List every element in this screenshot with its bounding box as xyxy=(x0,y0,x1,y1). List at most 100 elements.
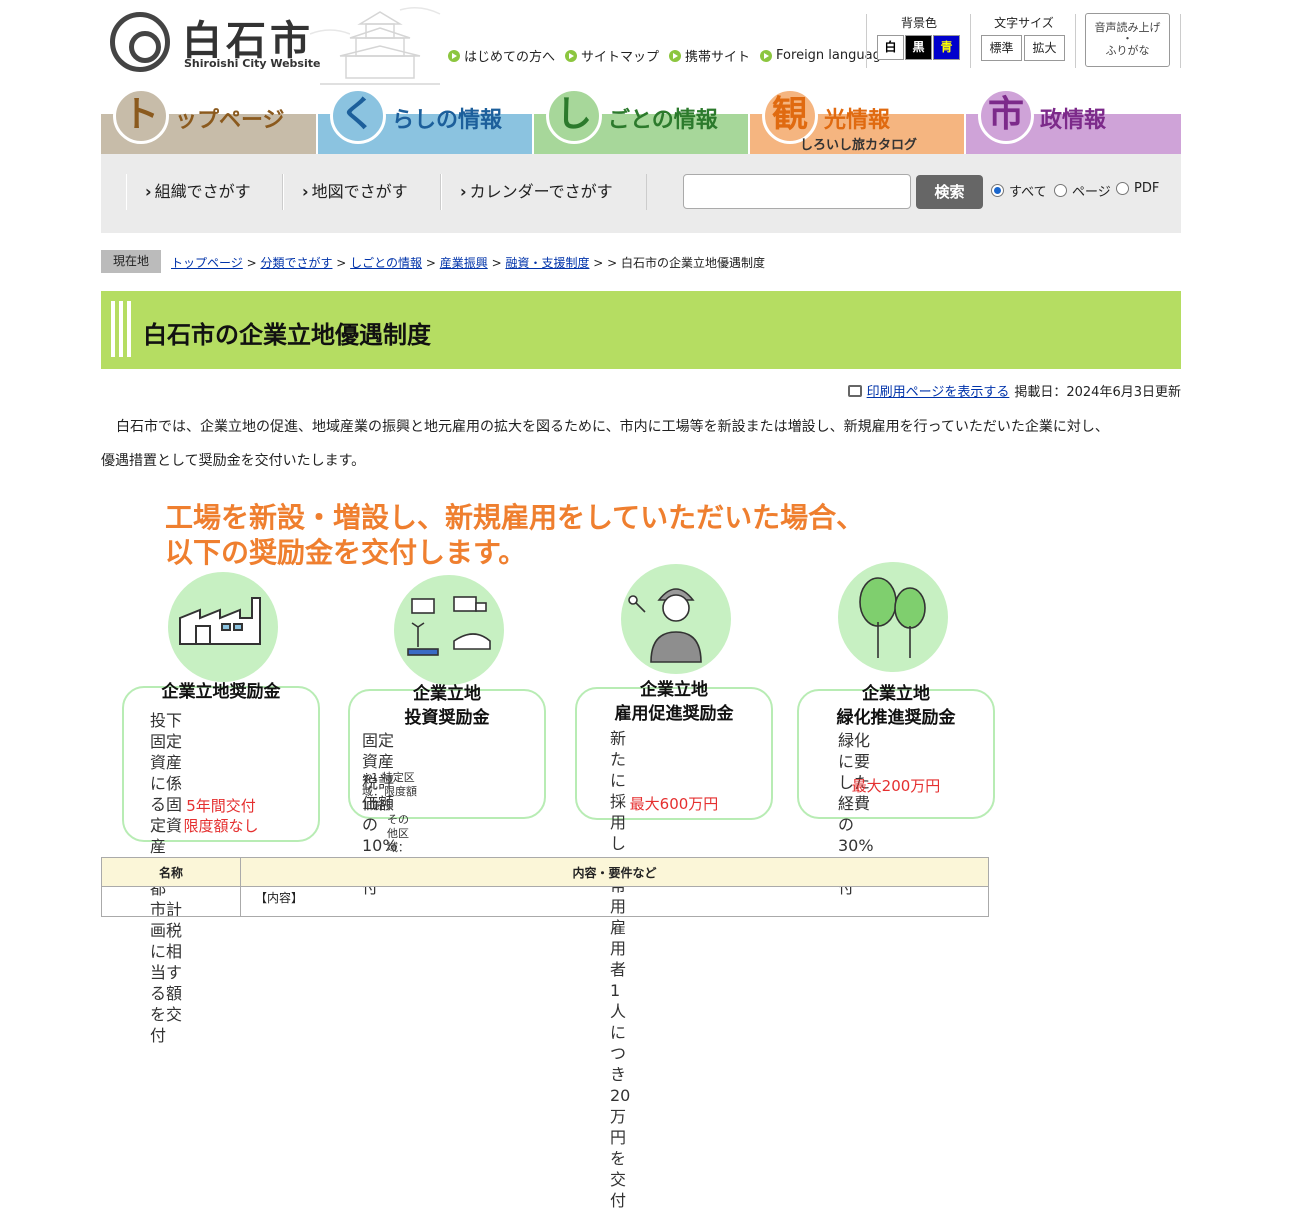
nav-tourism-info[interactable]: 観 光情報 しろいし旅カタログ xyxy=(750,86,964,154)
quick-link-label: はじめての方へ xyxy=(464,50,556,65)
quick-link-first-visit[interactable]: はじめての方へ xyxy=(448,46,555,65)
award-name-line: 投資奨励金 xyxy=(404,708,490,728)
award-name: 企業立地奨励金 xyxy=(122,680,320,704)
title-stripes-icon xyxy=(111,301,131,357)
chevron-right-icon: › xyxy=(145,182,152,201)
breadcrumb-link[interactable]: 融資・支援制度 xyxy=(505,256,589,270)
award-name-line: 雇用促進奨励金 xyxy=(614,704,734,724)
radio-all[interactable]: すべて xyxy=(991,181,1047,200)
nav-label: 政情報 xyxy=(1040,108,1107,133)
arrow-circle-icon xyxy=(448,49,460,62)
infographic-heading: 工場を新設・増設し、新規雇用をしていただいた場合、 以下の奨励金を交付します。 xyxy=(165,500,864,570)
divider xyxy=(970,14,971,68)
breadcrumb-link[interactable]: 分類でさがす xyxy=(260,256,332,270)
worker-icon xyxy=(621,564,731,674)
quick-link-foreign-language[interactable]: Foreign language xyxy=(760,46,889,65)
sub-navigation: › 組織でさがす › 地図でさがす › カレンダーでさがす 検索 すべて ページ PD… xyxy=(101,154,1181,233)
industry-transport-icon xyxy=(394,575,504,685)
award-highlight-line: 最大600万円 xyxy=(629,795,719,813)
search-button[interactable]: 検索 xyxy=(916,175,983,209)
arrow-circle-icon xyxy=(669,49,682,62)
nav-initial: く xyxy=(330,88,386,144)
font-size-normal-button[interactable]: 標準 xyxy=(981,35,1022,61)
print-row: 印刷用ページを表示する 掲載日：2024年6月3日更新 xyxy=(847,381,1181,400)
award-desc-line: き20万円を交付 xyxy=(610,1065,631,1210)
quick-link-label: Foreign language xyxy=(776,48,889,63)
nav-city-admin-info[interactable]: 市 政情報 xyxy=(966,86,1181,154)
breadcrumb-current-location-tag: 現在地 xyxy=(101,250,161,273)
radio-label: PDF xyxy=(1134,181,1160,196)
font-size-selector: 文字サイズ 標準 拡大 xyxy=(978,14,1070,61)
nav-living-info[interactable]: く らしの情報 xyxy=(318,86,532,154)
table-row: 【内容】 xyxy=(101,886,989,917)
quick-link-label: 携帯サイト xyxy=(685,50,751,65)
chevron-right-icon: › xyxy=(460,182,467,201)
search-by-organization[interactable]: › 組織でさがす xyxy=(126,174,283,210)
bg-color-white-button[interactable]: 白 xyxy=(877,35,904,60)
breadcrumb-link[interactable]: しごとの情報 xyxy=(350,256,422,270)
trees-icon xyxy=(838,562,948,672)
font-size-title: 文字サイズ xyxy=(994,16,1054,30)
award-name-line: 企業立地 xyxy=(862,684,930,704)
nav-label: ごとの情報 xyxy=(608,108,718,133)
nav-top-page[interactable]: ト ップページ xyxy=(101,86,316,154)
radio-label: すべて xyxy=(1009,185,1047,200)
arrow-circle-icon xyxy=(565,49,578,62)
quick-link-mobile[interactable]: 携帯サイト xyxy=(669,46,750,65)
nav-initial: 市 xyxy=(978,88,1034,144)
divider xyxy=(866,14,867,68)
breadcrumb-link[interactable]: 産業振興 xyxy=(440,256,488,270)
breadcrumb-link[interactable]: トップページ xyxy=(171,256,243,270)
award-highlight-line: 最大200万円 xyxy=(851,777,941,795)
table-cell: 【内容】 xyxy=(240,886,989,917)
voice-reading-button[interactable]: 音声読み上げ ・ ふりがな xyxy=(1085,13,1170,67)
sub-nav-label: カレンダーでさがす xyxy=(469,182,613,201)
infographic-heading-line: 以下の奨励金を交付します。 xyxy=(165,536,527,569)
bg-color-title: 背景色 xyxy=(900,16,937,30)
award-name: 企業立地 投資奨励金 xyxy=(348,682,546,730)
print-page-link[interactable]: 印刷用ページを表示する xyxy=(867,381,1010,400)
award-desc-line: る額を交付 xyxy=(150,984,183,1045)
nav-work-info[interactable]: し ごとの情報 xyxy=(534,86,748,154)
award-name: 企業立地 雇用促進奨励金 xyxy=(575,678,773,726)
award-name-line: 企業立地奨励金 xyxy=(161,682,281,702)
printer-icon xyxy=(847,384,862,397)
divider xyxy=(1075,14,1076,68)
table-cell xyxy=(101,886,241,917)
bg-color-blue-button[interactable]: 青 xyxy=(933,35,960,60)
table-header-row: 名称 内容・要件など xyxy=(101,857,989,887)
font-size-large-button[interactable]: 拡大 xyxy=(1024,35,1065,61)
page-title-bar: 白石市の企業立地優遇制度 xyxy=(101,291,1181,369)
chevron-right-icon: › xyxy=(302,182,309,201)
nav-initial: し xyxy=(546,88,602,144)
search-by-calendar[interactable]: › カレンダーでさがす xyxy=(441,174,647,210)
posted-date: 掲載日：2024年6月3日更新 xyxy=(1014,385,1181,400)
radio-page[interactable]: ページ xyxy=(1054,181,1111,200)
radio-label: ページ xyxy=(1072,185,1111,200)
radio-circle-checked xyxy=(991,184,1004,197)
radio-pdf[interactable]: PDF xyxy=(1116,181,1159,196)
nav-initial: ト xyxy=(113,88,169,144)
nav-label: ップページ xyxy=(175,108,285,133)
nav-sublabel: しろいし旅カタログ xyxy=(800,138,918,153)
bg-color-black-button[interactable]: 黒 xyxy=(905,35,932,60)
award-highlight-line: 限度額なし xyxy=(183,817,259,835)
castle-illustration-icon xyxy=(309,7,441,85)
search-by-map[interactable]: › 地図でさがす xyxy=(283,174,441,210)
quick-link-sitemap[interactable]: サイトマップ xyxy=(565,46,659,65)
award-desc-line: 用雇用者1人につ xyxy=(610,897,627,1063)
nav-label: らしの情報 xyxy=(392,108,503,133)
quick-links: はじめての方へ サイトマップ 携帯サイト Foreign language xyxy=(448,46,889,65)
sub-nav-label: 地図でさがす xyxy=(311,182,408,201)
city-logo-icon[interactable] xyxy=(110,12,170,72)
infographic-heading-line: 工場を新設・増設し、新規雇用をしていただいた場合、 xyxy=(165,501,865,534)
intro-paragraph-line2: 優遇措置として奨励金を交付いたします。 xyxy=(101,453,366,469)
award-name-line: 企業立地 xyxy=(640,680,708,700)
search-input[interactable] xyxy=(683,174,911,209)
voice-separator: ・ xyxy=(1122,32,1133,45)
award-name-line: 企業立地 xyxy=(413,684,481,704)
radio-circle xyxy=(1116,182,1129,195)
sub-nav-label: 組織でさがす xyxy=(154,182,251,201)
divider xyxy=(1180,14,1181,68)
award-name-line: 緑化推進奨励金 xyxy=(836,708,956,728)
